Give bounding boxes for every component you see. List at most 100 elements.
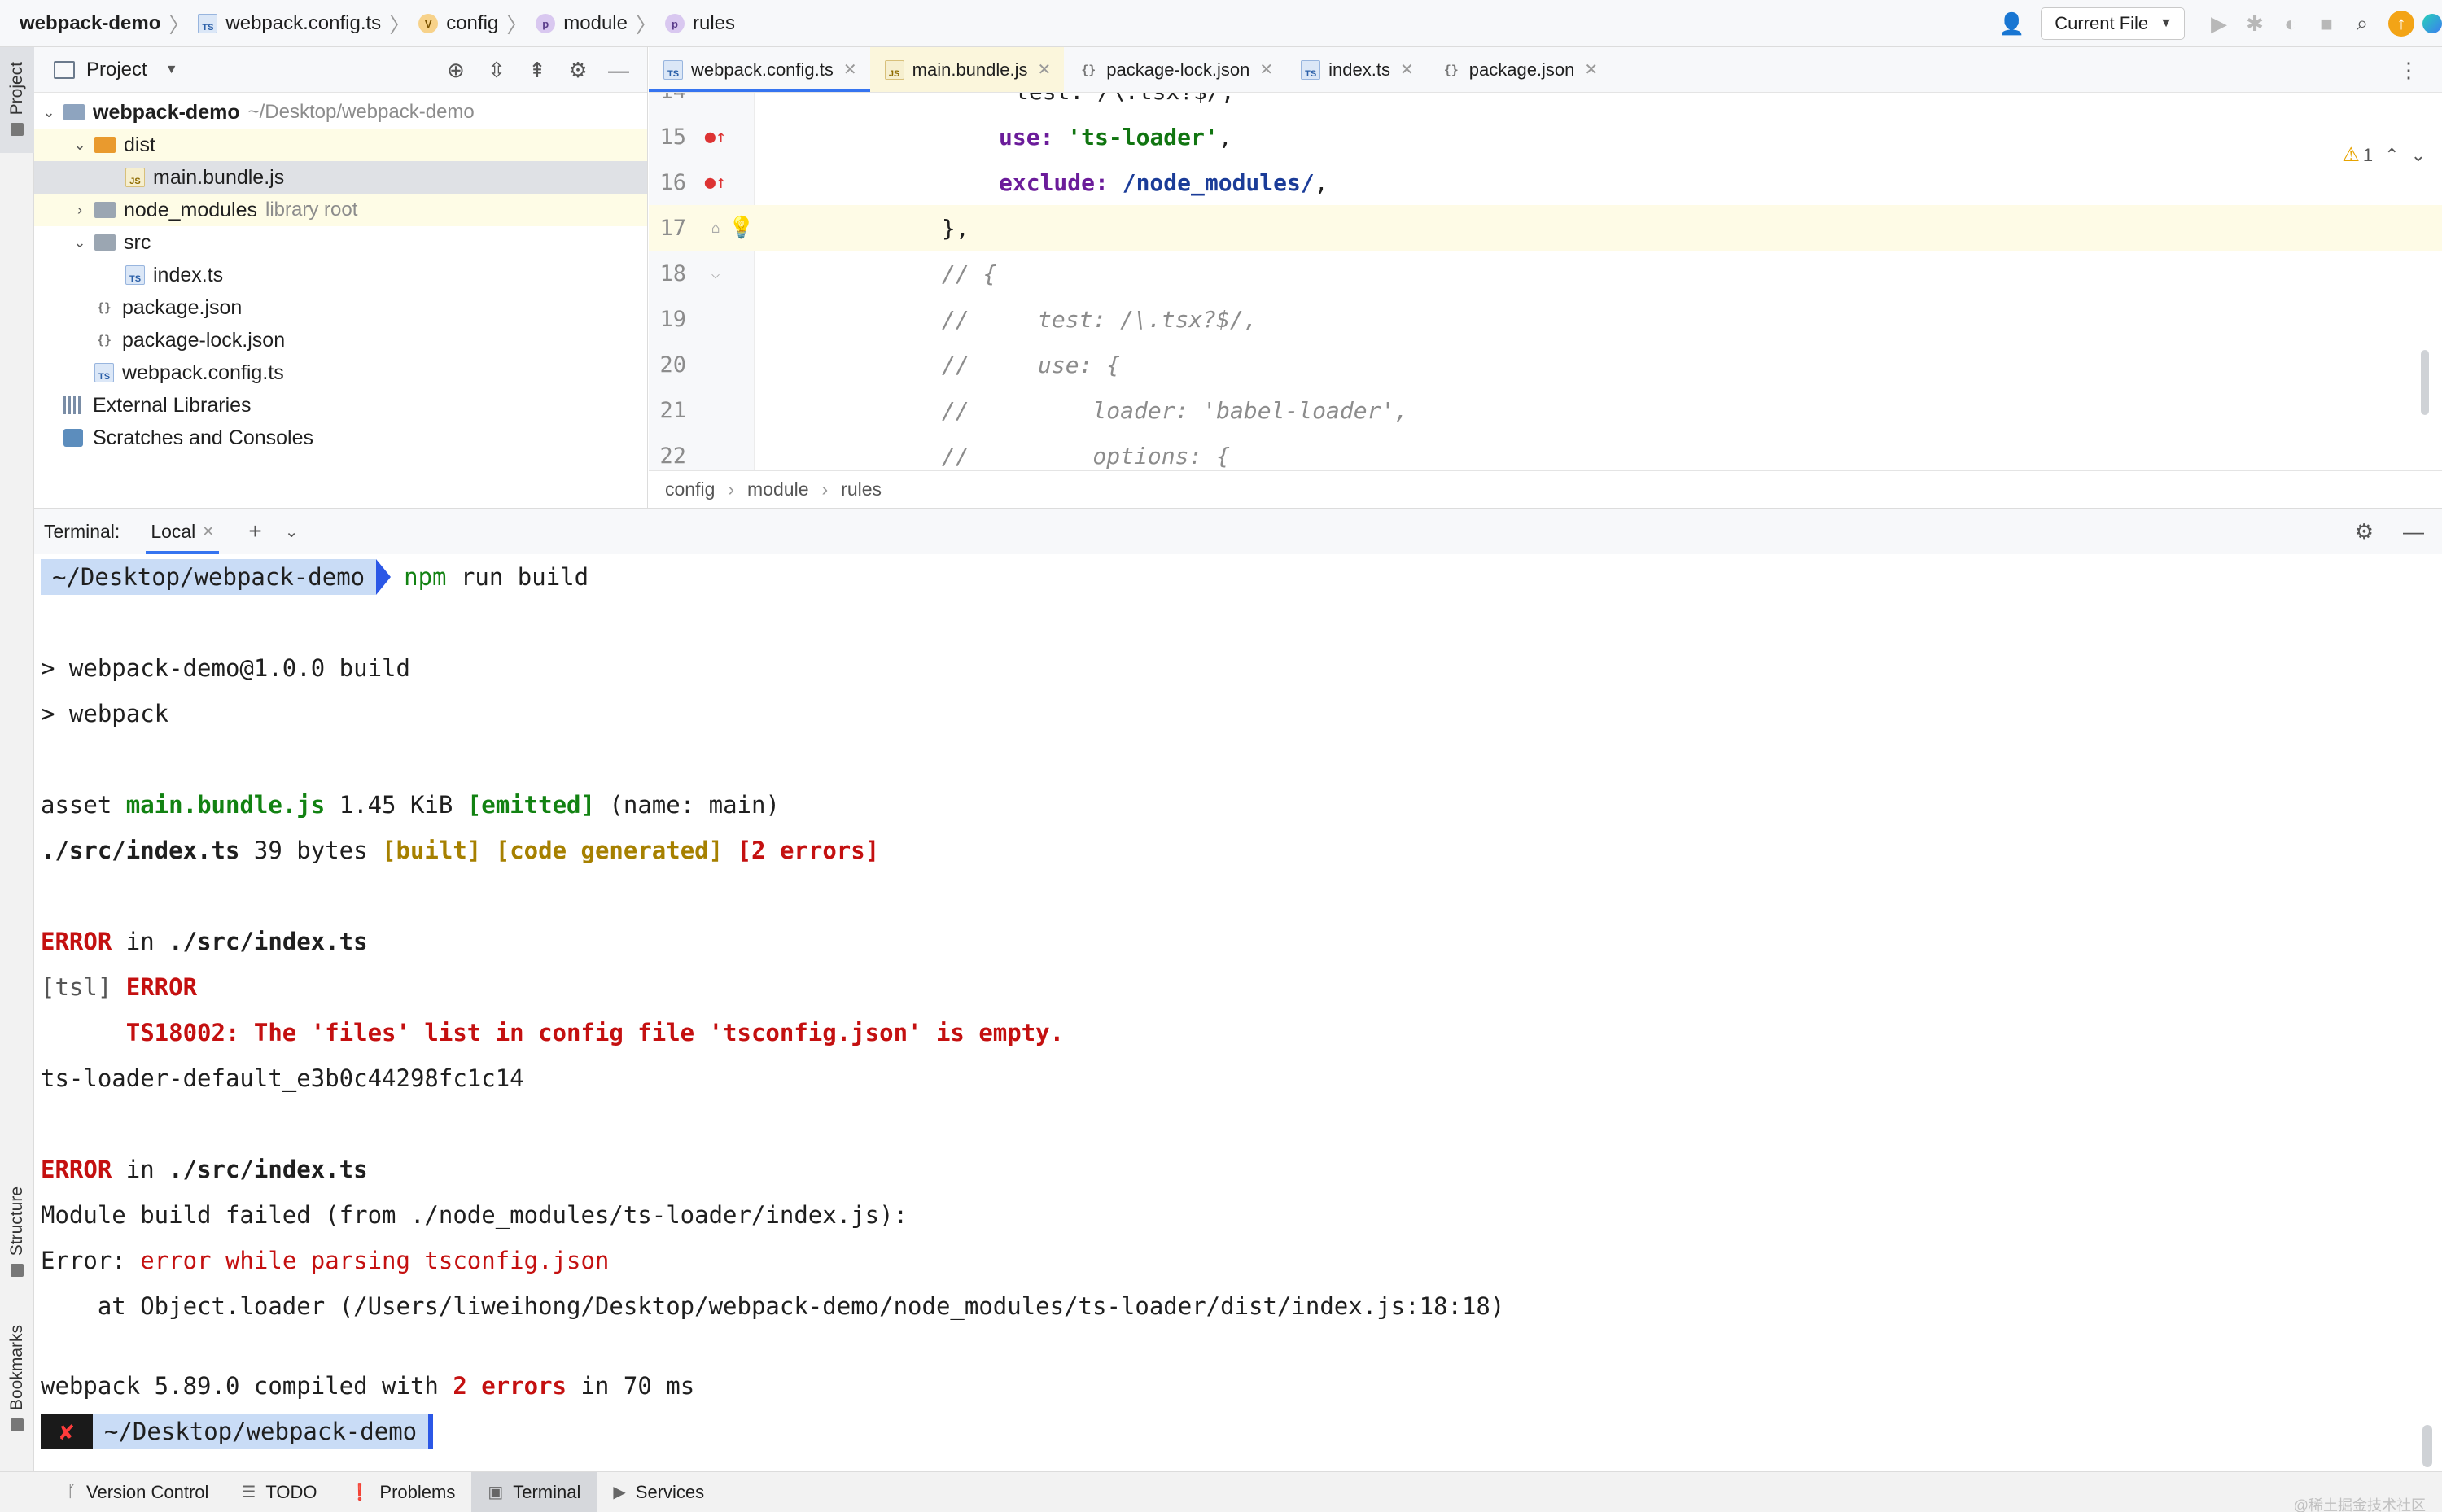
tab-webpack-config-ts[interactable]: TS webpack.config.ts ✕ (649, 47, 870, 92)
terminal-button[interactable]: ▣ Terminal (471, 1471, 597, 1512)
terminal-tab-local[interactable]: Local ✕ (146, 509, 220, 554)
tree-item-scratches[interactable]: Scratches and Consoles (34, 422, 647, 454)
tree-item-label: index.ts (153, 263, 224, 286)
ts-file-icon: TS (1301, 59, 1321, 80)
breadcrumb-item[interactable]: module (747, 479, 808, 500)
tab-label: package-lock.json (1106, 59, 1250, 80)
terminal-line: Error: error while parsing tsconfig.json (41, 1238, 2418, 1283)
nav-crumb-label: webpack.config.ts (225, 12, 382, 34)
problems-button[interactable]: ❗ Problems (334, 1472, 472, 1512)
tab-package-lock-json[interactable]: {} package-lock.json ✕ (1064, 47, 1286, 92)
locate-icon[interactable]: ⊕ (435, 58, 476, 83)
project-tool-button[interactable]: Project (0, 47, 34, 153)
nav-crumb-config[interactable]: Vconfig (418, 12, 498, 35)
tool-label: Terminal (513, 1481, 581, 1502)
code-area[interactable]: 14 test: /\.tsx?$/, 15 ●↑ use: 'ts-loade… (649, 93, 2442, 470)
chevron-down-icon[interactable]: ▼ (165, 63, 178, 77)
lightbulb-icon[interactable]: 💡 (725, 216, 758, 240)
tree-item-webpack-config-ts[interactable]: TS webpack.config.ts (34, 356, 647, 389)
tree-item-package-lock-json[interactable]: {} package-lock.json (34, 324, 647, 356)
tab-main-bundle-js[interactable]: JS main.bundle.js ✕ (869, 47, 1065, 92)
tree-item-package-json[interactable]: {} package.json (34, 291, 647, 324)
gear-icon[interactable]: ⚙ (2355, 519, 2374, 544)
tree-item-label: External Libraries (93, 393, 252, 417)
output-text: (name: main) (594, 791, 780, 819)
chevron-down-icon[interactable]: ⌄ (65, 137, 94, 154)
expand-all-icon[interactable]: ⇳ (476, 58, 517, 83)
chevron-up-icon[interactable]: ⌃ (2384, 145, 2399, 166)
chevron-down-icon[interactable]: ⌄ (34, 104, 63, 121)
chevron-down-icon[interactable]: ⌄ (285, 522, 299, 542)
output-tsl-tag: [tsl] (41, 973, 126, 1001)
bookmarks-tool-button[interactable]: Bookmarks (0, 1325, 34, 1447)
tool-label: TODO (265, 1481, 317, 1502)
nav-crumb-file[interactable]: TS webpack.config.ts (198, 12, 381, 35)
tree-item-label: Scratches and Consoles (93, 426, 313, 449)
list-icon: ☰ (241, 1484, 256, 1501)
code-regex: /node_modules/ (1122, 168, 1315, 196)
library-icon (63, 396, 83, 414)
run-configuration-select[interactable]: Current File ▼ (2041, 7, 2185, 40)
editor-scrollbar[interactable] (2421, 350, 2429, 415)
structure-tool-button[interactable]: Structure (0, 1186, 34, 1309)
breadcrumb-item[interactable]: config (665, 479, 715, 500)
project-panel-title[interactable]: Project (86, 59, 147, 81)
version-control-button[interactable]: ᚴ Version Control (50, 1472, 225, 1512)
tree-item-main-bundle-js[interactable]: JS main.bundle.js (34, 161, 647, 194)
output-error-count: 2 errors (453, 1372, 567, 1400)
hide-icon[interactable]: — (598, 58, 639, 83)
tree-item-external-libraries[interactable]: External Libraries (34, 389, 647, 422)
terminal-scrollbar[interactable] (2422, 1425, 2432, 1467)
close-icon[interactable]: ✕ (202, 523, 214, 540)
tree-item-label: package-lock.json (122, 328, 286, 352)
close-icon[interactable]: ✕ (843, 59, 857, 80)
close-icon[interactable]: ✕ (1400, 59, 1414, 80)
run-icon[interactable]: ▶ (2201, 0, 2237, 47)
breadcrumb-item[interactable]: rules (841, 479, 882, 500)
tree-item-webpack-demo[interactable]: ⌄ webpack-demo ~/Desktop/webpack-demo (34, 96, 647, 129)
output-error-word: ERROR (125, 973, 198, 1001)
terminal-line: asset main.bundle.js 1.45 KiB [emitted] … (41, 782, 2418, 828)
stop-icon[interactable]: ■ (2309, 0, 2344, 47)
chevron-right-icon[interactable]: › (65, 202, 94, 219)
debug-icon[interactable]: ✱ (2237, 0, 2273, 47)
scratch-icon (63, 429, 83, 447)
tree-item-dist[interactable]: ⌄ dist (34, 129, 647, 161)
tree-item-index-ts[interactable]: TS index.ts (34, 259, 647, 291)
branch-icon: ᚴ (67, 1483, 77, 1501)
inspection-widget[interactable]: ⚠ 1 ⌃ ⌄ (2330, 143, 2426, 167)
nav-crumb-module[interactable]: p module (536, 12, 628, 35)
todo-button[interactable]: ☰ TODO (225, 1472, 333, 1512)
close-icon[interactable]: ✕ (1038, 59, 1052, 80)
tab-index-ts[interactable]: TS index.ts ✕ (1286, 47, 1427, 92)
implemented-arrow-icon[interactable]: ●↑ (699, 127, 732, 147)
more-tabs-icon[interactable]: ⋮ (2398, 47, 2419, 93)
tree-item-node-modules[interactable]: › node_modules library root (34, 194, 647, 226)
tree-item-src[interactable]: ⌄ src (34, 226, 647, 259)
fold-icon[interactable]: ⌵ (699, 265, 732, 282)
coverage-icon[interactable]: ◐ (2273, 0, 2309, 47)
close-icon[interactable]: ✕ (1259, 59, 1273, 80)
services-button[interactable]: ▶ Services (597, 1472, 720, 1512)
add-terminal-icon[interactable]: + (248, 518, 261, 544)
close-icon[interactable]: ✕ (1584, 59, 1598, 80)
nav-project[interactable]: webpack-demo (20, 12, 160, 35)
terminal-line: [tsl] ERROR (41, 964, 2418, 1010)
collapse-all-icon[interactable]: ⇞ (517, 58, 558, 83)
chevron-down-icon[interactable]: ⌄ (65, 234, 94, 251)
implemented-arrow-icon[interactable]: ●↑ (699, 173, 732, 193)
account-icon[interactable]: 👤 (1993, 0, 2029, 47)
update-icon[interactable]: ↑ (2388, 11, 2414, 37)
terminal-output[interactable]: ~/Desktop/webpack-demo npm run build > we… (41, 554, 2418, 1454)
structure-icon (11, 1264, 24, 1278)
hide-icon[interactable]: — (2403, 519, 2424, 544)
code-line-16: 16 ●↑ exclude: /node_modules/, (649, 160, 2442, 205)
output-text: Module build failed (from ./node_modules… (41, 1201, 908, 1229)
line-number: 15 (659, 124, 686, 150)
search-icon[interactable]: ⌕ (2344, 0, 2380, 47)
tab-package-json[interactable]: {} package.json ✕ (1427, 47, 1611, 92)
chevron-down-icon[interactable]: ⌄ (2411, 145, 2426, 166)
gear-icon[interactable]: ⚙ (558, 58, 598, 83)
nav-crumb-rules[interactable]: p rules (665, 12, 735, 35)
